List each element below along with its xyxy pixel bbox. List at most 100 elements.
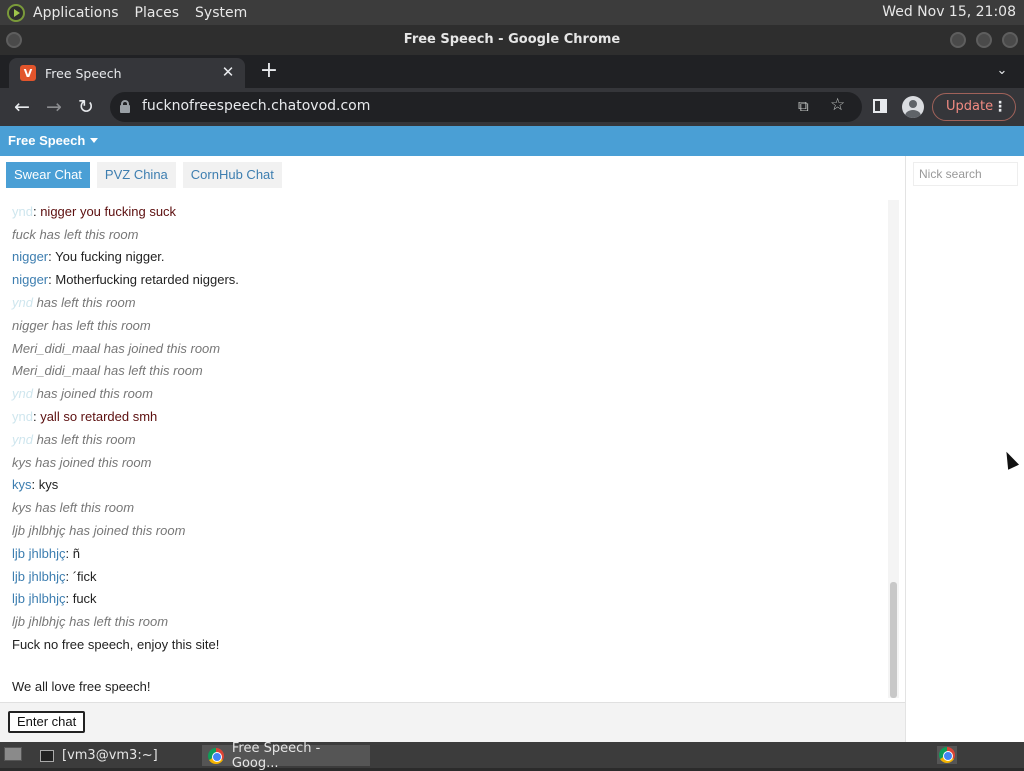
enter-chat-button[interactable]: Enter chat	[8, 711, 86, 733]
system-text: has joined this room	[32, 386, 153, 401]
close-tab-icon[interactable]: ✕	[219, 63, 237, 81]
chat-message: ynd has joined this room	[12, 386, 153, 401]
system-text: has left this room	[32, 432, 136, 447]
site-header: Free Speech	[0, 126, 1024, 156]
message-separator: :	[65, 569, 73, 584]
reload-button[interactable]: ↻	[75, 96, 97, 118]
tab-search-chevron-icon[interactable]: ⌄	[994, 63, 1010, 79]
user-list-panel	[905, 156, 1024, 742]
chat-message: kys has joined this room	[12, 455, 152, 470]
message-text: ´fick	[72, 569, 97, 584]
chat-message: Meri_didi_maal has left this room	[12, 363, 203, 378]
message-text: kys	[38, 477, 59, 492]
chat-message: ljb jhlbhjç has joined this room	[12, 523, 186, 538]
message-nick[interactable]: kys	[12, 477, 32, 492]
profile-avatar-icon[interactable]	[902, 96, 924, 118]
chat-message: Meri_didi_maal has joined this room	[12, 341, 221, 356]
terminal-icon	[40, 749, 54, 762]
message-separator: :	[31, 477, 39, 492]
message-nick[interactable]: ljb jhlbhjç	[12, 546, 65, 561]
chat-message: kys: kys	[12, 477, 58, 492]
message-nick[interactable]: ynd	[12, 204, 33, 219]
system-menu[interactable]: System	[195, 5, 247, 21]
room-tab-pvz-china[interactable]: PVZ China	[96, 162, 176, 188]
share-icon[interactable]: ⧉	[798, 97, 809, 115]
message-text: ñ	[72, 546, 80, 561]
window-title: Free Speech - Google Chrome	[403, 32, 621, 47]
tray-chrome-icon[interactable]	[937, 746, 957, 764]
taskbar-item-label: Free Speech - Goog...	[231, 740, 321, 771]
window-title-bar[interactable]: Free Speech - Google Chrome	[0, 25, 1024, 55]
lock-icon[interactable]	[120, 100, 130, 113]
chat-message: nigger: Motherfucking retarded niggers.	[12, 272, 239, 287]
chat-message: ljb jhlbhjç: ´fick	[12, 569, 97, 584]
url-text[interactable]: fucknofreespeech.chatovod.com	[142, 98, 370, 114]
message-nick[interactable]: ljb jhlbhjç	[12, 569, 65, 584]
bookmark-star-icon[interactable]: ☆	[830, 95, 845, 115]
message-separator: :	[65, 546, 73, 561]
message-text: You fucking nigger.	[55, 249, 165, 264]
message-nick[interactable]: nigger	[12, 249, 48, 264]
message-nick[interactable]: ynd	[12, 432, 33, 447]
chat-message: ynd: nigger you fucking suck	[12, 204, 176, 219]
message-nick[interactable]: nigger	[12, 272, 48, 287]
chrome-icon	[208, 747, 224, 764]
maximize-button[interactable]	[976, 32, 992, 48]
chrome-icon	[939, 747, 955, 763]
forward-button[interactable]: →	[43, 96, 65, 118]
update-button[interactable]: Update ⋮	[932, 93, 1016, 121]
message-text: Motherfucking retarded niggers.	[55, 272, 239, 287]
clock[interactable]: Wed Nov 15, 21:08	[882, 4, 1016, 20]
taskbar-item-chrome[interactable]: Free Speech - Goog...	[202, 741, 370, 771]
dropdown-caret-icon	[90, 138, 99, 143]
update-label: Update	[946, 99, 994, 114]
taskbar-item-label: [vm3@vm3:~]	[62, 748, 158, 763]
room-tab-swear-chat[interactable]: Swear Chat	[6, 162, 90, 188]
room-tabs: Swear Chat PVZ China CornHub Chat	[6, 162, 289, 188]
message-nick[interactable]: ynd	[12, 386, 33, 401]
close-window-button[interactable]	[1002, 32, 1018, 48]
scrollbar-thumb[interactable]	[890, 582, 897, 698]
show-desktop-icon[interactable]	[4, 747, 22, 761]
more-menu-icon[interactable]: ⋮	[993, 94, 1007, 120]
taskbar-item-terminal[interactable]: [vm3@vm3:~]	[34, 745, 200, 766]
bottom-taskbar: [vm3@vm3:~] Free Speech - Goog...	[0, 741, 1024, 771]
applications-menu[interactable]: Applications	[33, 5, 119, 21]
chat-message: We all love free speech!	[12, 679, 151, 694]
minimize-button[interactable]	[950, 32, 966, 48]
chat-area: Swear Chat PVZ China CornHub Chat ynd: n…	[0, 156, 905, 702]
chat-message: ljb jhlbhjç has left this room	[12, 614, 169, 629]
window-menu-icon[interactable]	[6, 32, 22, 48]
places-menu[interactable]: Places	[135, 5, 180, 21]
system-text: has left this room	[32, 295, 136, 310]
message-list[interactable]: ynd: nigger you fucking suck fuck has lef…	[0, 200, 888, 700]
back-button[interactable]: ←	[11, 96, 33, 118]
tab-strip: V Free Speech ✕ + ⌄	[0, 55, 1024, 88]
message-text: fuck	[72, 591, 97, 606]
distro-logo-icon[interactable]	[7, 3, 25, 22]
chat-message: ynd has left this room	[12, 432, 136, 447]
message-text: yall so retarded smh	[40, 409, 158, 424]
web-page: Free Speech Swear Chat PVZ China CornHub…	[0, 126, 1024, 742]
side-panel-icon[interactable]	[873, 99, 887, 113]
chat-message: ynd: yall so retarded smh	[12, 409, 157, 424]
nick-search-input[interactable]	[913, 162, 1018, 186]
address-bar[interactable]: fucknofreespeech.chatovod.com ⧉ ☆	[110, 92, 862, 122]
message-text: nigger you fucking suck	[40, 204, 177, 219]
message-nick[interactable]: ynd	[12, 409, 33, 424]
message-separator: :	[65, 591, 73, 606]
chat-footer: Enter chat	[0, 702, 905, 742]
room-tab-cornhub-chat[interactable]: CornHub Chat	[182, 162, 282, 188]
message-nick[interactable]: ljb jhlbhjç	[12, 591, 65, 606]
new-tab-button[interactable]: +	[258, 60, 280, 82]
site-brand: Free Speech	[8, 133, 86, 148]
site-brand-menu[interactable]: Free Speech	[8, 133, 99, 148]
message-nick[interactable]: ynd	[12, 295, 33, 310]
chat-message: fuck has left this room	[12, 227, 139, 242]
browser-toolbar: ← → ↻ fucknofreespeech.chatovod.com ⧉ ☆ …	[0, 88, 1024, 126]
chat-message: ljb jhlbhjç: ñ	[12, 546, 80, 561]
top-panel: Applications Places System Wed Nov 15, 2…	[0, 0, 1024, 25]
chat-message: ynd has left this room	[12, 295, 136, 310]
browser-tab[interactable]: V Free Speech ✕	[9, 58, 245, 88]
messages-scrollbar[interactable]	[888, 200, 899, 698]
